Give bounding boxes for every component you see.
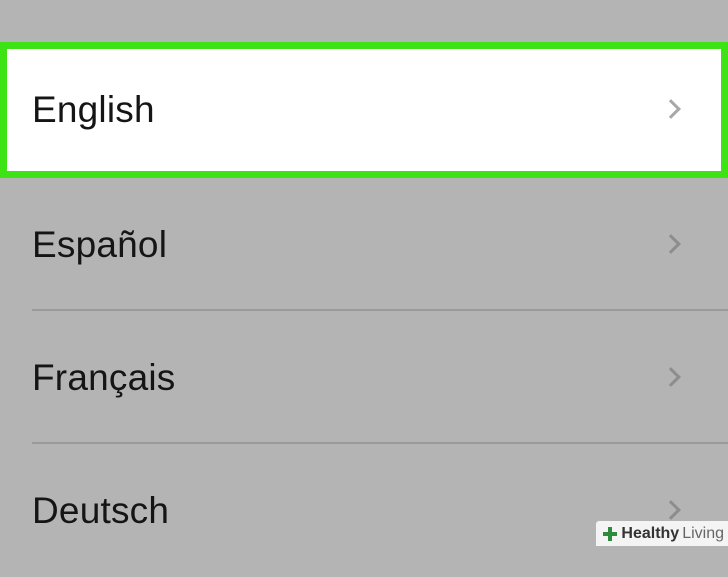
plus-icon bbox=[602, 526, 618, 542]
language-selection-screen: English Español Français Deutsch Healthy… bbox=[0, 0, 728, 546]
chevron-right-icon bbox=[661, 499, 681, 520]
language-option-english[interactable]: English bbox=[0, 42, 728, 178]
language-option-espanol[interactable]: Español bbox=[0, 178, 728, 311]
language-option-deutsch[interactable]: Deutsch bbox=[0, 444, 728, 577]
brand-watermark: Healthy Living bbox=[596, 521, 728, 546]
language-option-label: English bbox=[32, 89, 155, 130]
watermark-brand-light: Living bbox=[682, 524, 724, 542]
language-option-francais[interactable]: Français bbox=[0, 311, 728, 444]
language-option-label: Deutsch bbox=[32, 489, 170, 531]
chevron-right-icon bbox=[661, 99, 681, 119]
watermark-brand-bold: Healthy bbox=[621, 524, 680, 542]
chevron-right-icon bbox=[661, 233, 681, 254]
chevron-right-icon bbox=[661, 366, 681, 387]
language-option-label: Français bbox=[32, 356, 176, 398]
language-option-label: Español bbox=[32, 223, 168, 265]
